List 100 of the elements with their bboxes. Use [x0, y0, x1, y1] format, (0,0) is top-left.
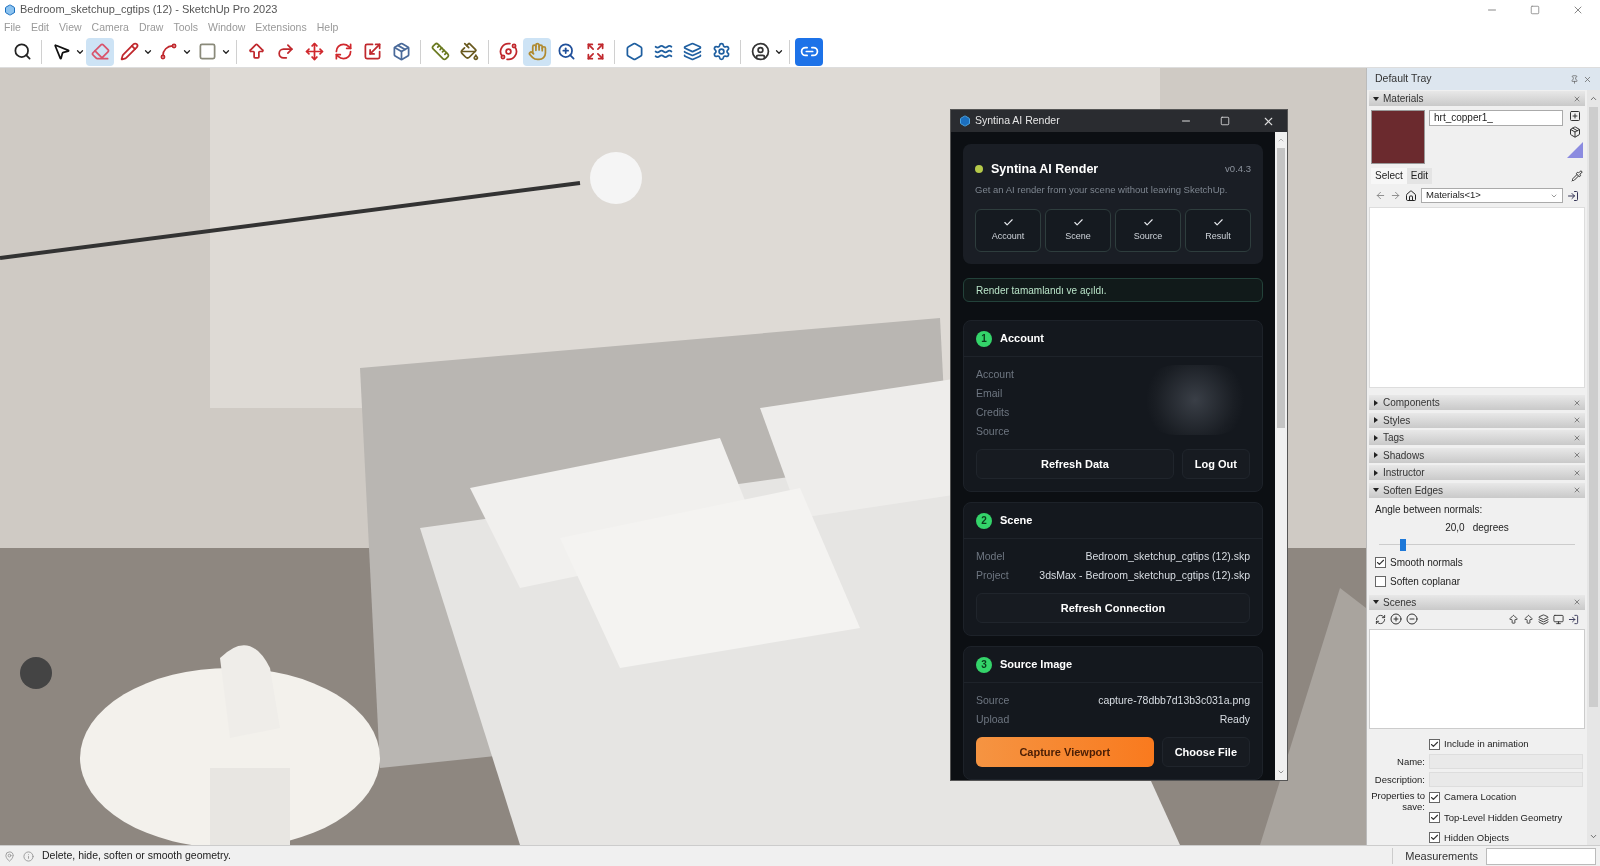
scroll-down-icon[interactable]	[1589, 832, 1598, 841]
checkbox-label: Soften coplanar	[1390, 575, 1461, 590]
checkbox[interactable]	[1429, 791, 1440, 803]
checkbox[interactable]	[1429, 832, 1440, 844]
checkbox[interactable]	[1429, 738, 1440, 750]
checkbox-label: Top-Level Hidden Geometry	[1444, 810, 1563, 825]
material-name-field[interactable]: hrt_copper1_	[1429, 110, 1563, 126]
window-title: Bedroom_sketchup_cgtips (12) - SketchUp Pro 2023	[20, 2, 279, 18]
expand-icon	[585, 42, 605, 61]
forward-icon[interactable]	[1390, 190, 1401, 201]
action-button[interactable]: Choose File	[1161, 737, 1250, 767]
panel-tab[interactable]: Edit	[1406, 168, 1433, 184]
home-icon[interactable]	[1405, 189, 1417, 202]
field-label: Account	[976, 366, 1014, 382]
add-icon[interactable]	[1390, 613, 1402, 626]
step-label: Result	[1205, 230, 1231, 244]
app-icon	[959, 115, 971, 127]
field-label: Model	[976, 548, 1005, 564]
measurements-field[interactable]	[1486, 847, 1596, 865]
field-label: Properties to save:	[1371, 790, 1425, 815]
expand-arrow-icon[interactable]	[1373, 469, 1379, 476]
scrollbar-thumb[interactable]	[1589, 107, 1598, 707]
panel-header[interactable]: Materials	[1369, 91, 1585, 106]
step-label: Scene	[1065, 230, 1091, 244]
user-icon	[750, 42, 770, 61]
library-dropdown[interactable]: Materials<1>	[1421, 188, 1563, 203]
remove-icon[interactable]	[1406, 613, 1418, 626]
step-number: 3	[976, 656, 992, 673]
checkbox-label: Include in animation	[1444, 737, 1529, 751]
step-number: 1	[976, 330, 992, 347]
angle-unit: degrees	[1472, 520, 1509, 535]
layers-icon	[682, 42, 702, 61]
angle-label: Angle between normals:	[1375, 502, 1484, 517]
field-value: Bedroom_sketchup_cgtips (12).skp	[1085, 548, 1250, 564]
panel-header[interactable]: Scenes	[1369, 594, 1585, 610]
panel-header[interactable]: Components	[1369, 395, 1585, 411]
box-icon[interactable]	[1569, 126, 1581, 138]
eyedropper-icon[interactable]	[1571, 170, 1583, 182]
collapse-arrow-icon[interactable]	[1373, 95, 1379, 102]
waves-icon	[653, 42, 673, 61]
field-label: Source	[976, 423, 1010, 439]
move-up-icon[interactable]	[1508, 613, 1519, 625]
slider-track[interactable]	[1379, 537, 1575, 552]
expand-arrow-icon[interactable]	[1373, 417, 1379, 424]
expand-arrow-icon[interactable]	[1373, 434, 1379, 441]
panel-title: Tags	[1383, 431, 1406, 446]
angle-value: 20,0	[1445, 520, 1465, 535]
field-label: Credits	[976, 404, 1010, 420]
pointer-icon	[51, 42, 71, 61]
pencil-icon	[119, 42, 139, 61]
section-title: Account	[1000, 331, 1044, 347]
hand-icon	[527, 42, 547, 61]
panel-title: Components	[1383, 396, 1441, 411]
version-label: v0.4.3	[1225, 162, 1251, 177]
move-icon	[304, 42, 324, 61]
panel-header[interactable]: Shadows	[1369, 447, 1585, 463]
panel-header[interactable]: Soften Edges	[1369, 482, 1585, 498]
panel-header[interactable]: Instructor	[1369, 465, 1585, 481]
pin-icon[interactable]	[1570, 74, 1579, 84]
square-icon	[197, 42, 217, 61]
field-value: Ready	[1219, 711, 1250, 727]
add-icon[interactable]	[1569, 110, 1581, 122]
checkbox-label: Camera Location	[1444, 790, 1517, 805]
panel-header[interactable]: Tags	[1369, 430, 1585, 446]
checkbox[interactable]	[1375, 576, 1386, 588]
panel-header[interactable]: Styles	[1369, 412, 1585, 428]
scroll-down-icon[interactable]	[1277, 768, 1285, 776]
panel-title: Materials	[1383, 92, 1425, 106]
refresh-icon[interactable]	[1375, 613, 1386, 625]
rotate-icon	[333, 42, 353, 61]
curved-arrow-icon	[275, 42, 295, 61]
material-swatch[interactable]	[1371, 110, 1425, 164]
action-button[interactable]: Refresh Connection	[976, 593, 1250, 623]
scroll-up-icon[interactable]	[1589, 94, 1598, 103]
panel-tab[interactable]: Select	[1371, 168, 1407, 184]
action-button[interactable]: Log Out	[1181, 449, 1250, 479]
panel-title: Instructor	[1383, 466, 1426, 481]
hexagon-icon	[624, 42, 644, 61]
window-title: Syntina AI Render	[975, 113, 1061, 129]
notice-text: Render tamamlandı ve açıldı.	[976, 283, 1107, 298]
tray-title: Default Tray	[1375, 71, 1433, 87]
action-button[interactable]: Refresh Data	[976, 449, 1174, 479]
field-value: 3dsMax - Bedroom_sketchup_cgtips (12).skp	[1039, 567, 1250, 583]
expand-arrow-icon[interactable]	[1373, 452, 1379, 459]
checkbox[interactable]	[1375, 557, 1386, 569]
eraser-icon	[90, 42, 110, 61]
field-label: Project	[976, 567, 1009, 583]
expand-arrow-icon[interactable]	[1373, 399, 1379, 406]
search-icon	[12, 42, 32, 61]
back-icon[interactable]	[1375, 190, 1386, 201]
monitor-icon[interactable]	[1553, 613, 1564, 625]
section-title: Scene	[1000, 513, 1033, 529]
checkbox-label: Hidden Objects	[1444, 830, 1509, 845]
scrollbar-thumb[interactable]	[1277, 148, 1285, 428]
action-button[interactable]: Capture Viewport	[976, 737, 1154, 767]
slider-thumb[interactable]	[1399, 538, 1406, 551]
checkbox[interactable]	[1429, 812, 1440, 824]
move-up-icon[interactable]	[1523, 613, 1534, 625]
collapse-arrow-icon[interactable]	[1373, 487, 1379, 494]
collapse-arrow-icon[interactable]	[1373, 599, 1379, 606]
